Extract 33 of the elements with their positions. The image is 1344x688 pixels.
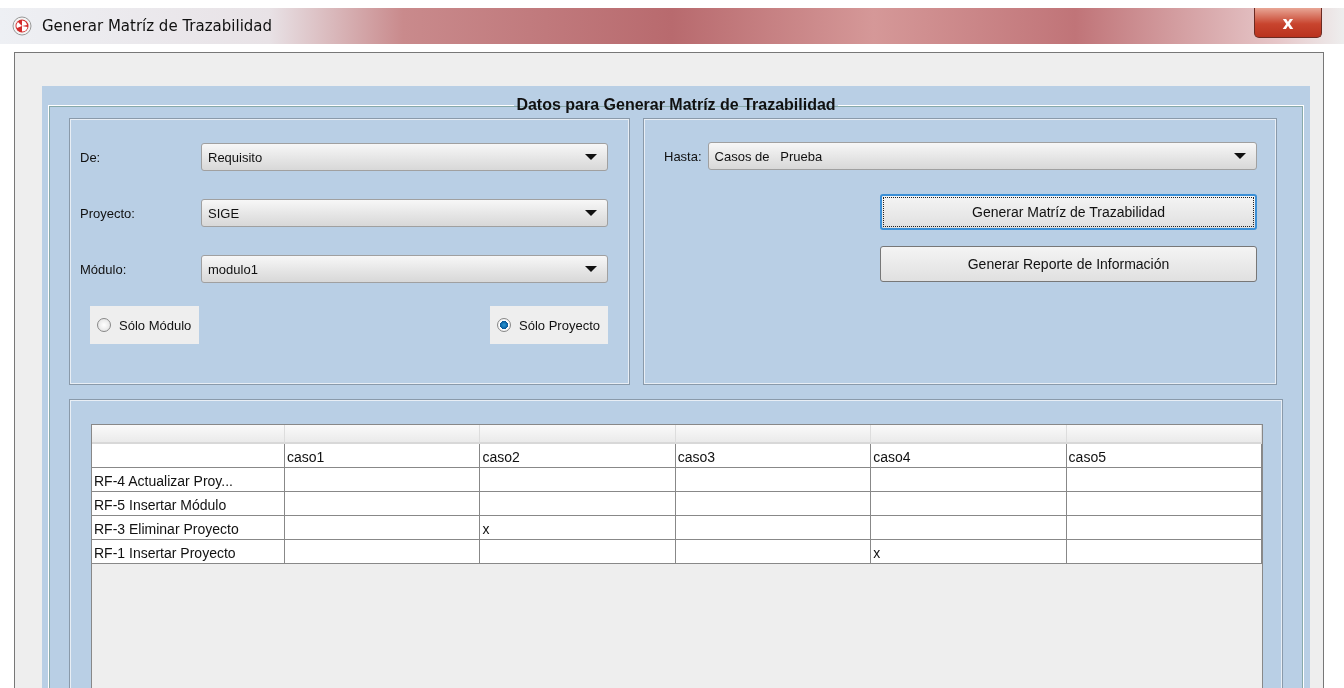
table-cell: RF-1 Insertar Proyecto xyxy=(92,540,285,564)
dropdown[interactable]: Casos de Prueba xyxy=(707,142,1257,170)
radio-button[interactable] xyxy=(497,318,512,332)
generate-button[interactable]: Generar Matríz de Trazabilidad xyxy=(880,194,1257,230)
table-cell: caso2 xyxy=(480,444,676,468)
table-cell: x xyxy=(480,516,676,540)
table-cell: caso5 xyxy=(1066,444,1262,468)
window-title: Generar Matríz de Trazabilidad xyxy=(42,17,273,35)
generate-button[interactable]: Generar Reporte de Información xyxy=(880,246,1257,282)
table-cell: RF-4 Actualizar Proy... xyxy=(92,468,285,492)
app-icon xyxy=(12,16,32,36)
caret-icon xyxy=(585,210,597,216)
group-title: Datos para Generar Matríz de Trazabilidad xyxy=(515,96,837,114)
caret-icon xyxy=(585,154,597,160)
table-cell: x xyxy=(871,540,1067,564)
table-cell: caso3 xyxy=(675,444,872,468)
radio-button[interactable] xyxy=(97,318,111,332)
caret-icon xyxy=(1234,153,1246,159)
field-label: De: xyxy=(80,149,102,165)
close-button[interactable]: x xyxy=(1254,8,1322,38)
field-label: Hasta: xyxy=(664,148,702,164)
field-label: Proyecto: xyxy=(80,205,136,221)
caret-icon xyxy=(585,266,597,272)
dropdown[interactable]: Requisito xyxy=(201,143,608,171)
dropdown[interactable]: SIGE xyxy=(201,199,608,227)
table-cell: caso4 xyxy=(871,444,1067,468)
table-cell: RF-3 Eliminar Proyecto xyxy=(92,516,285,540)
dropdown[interactable]: modulo1 xyxy=(201,255,608,283)
field-label: Módulo: xyxy=(80,261,128,277)
radio-option[interactable]: Sólo Proyecto xyxy=(490,306,608,344)
table-cell: RF-5 Insertar Módulo xyxy=(92,492,285,516)
radio-option[interactable]: Sólo Módulo xyxy=(90,306,200,344)
table-cell: caso1 xyxy=(285,444,481,468)
